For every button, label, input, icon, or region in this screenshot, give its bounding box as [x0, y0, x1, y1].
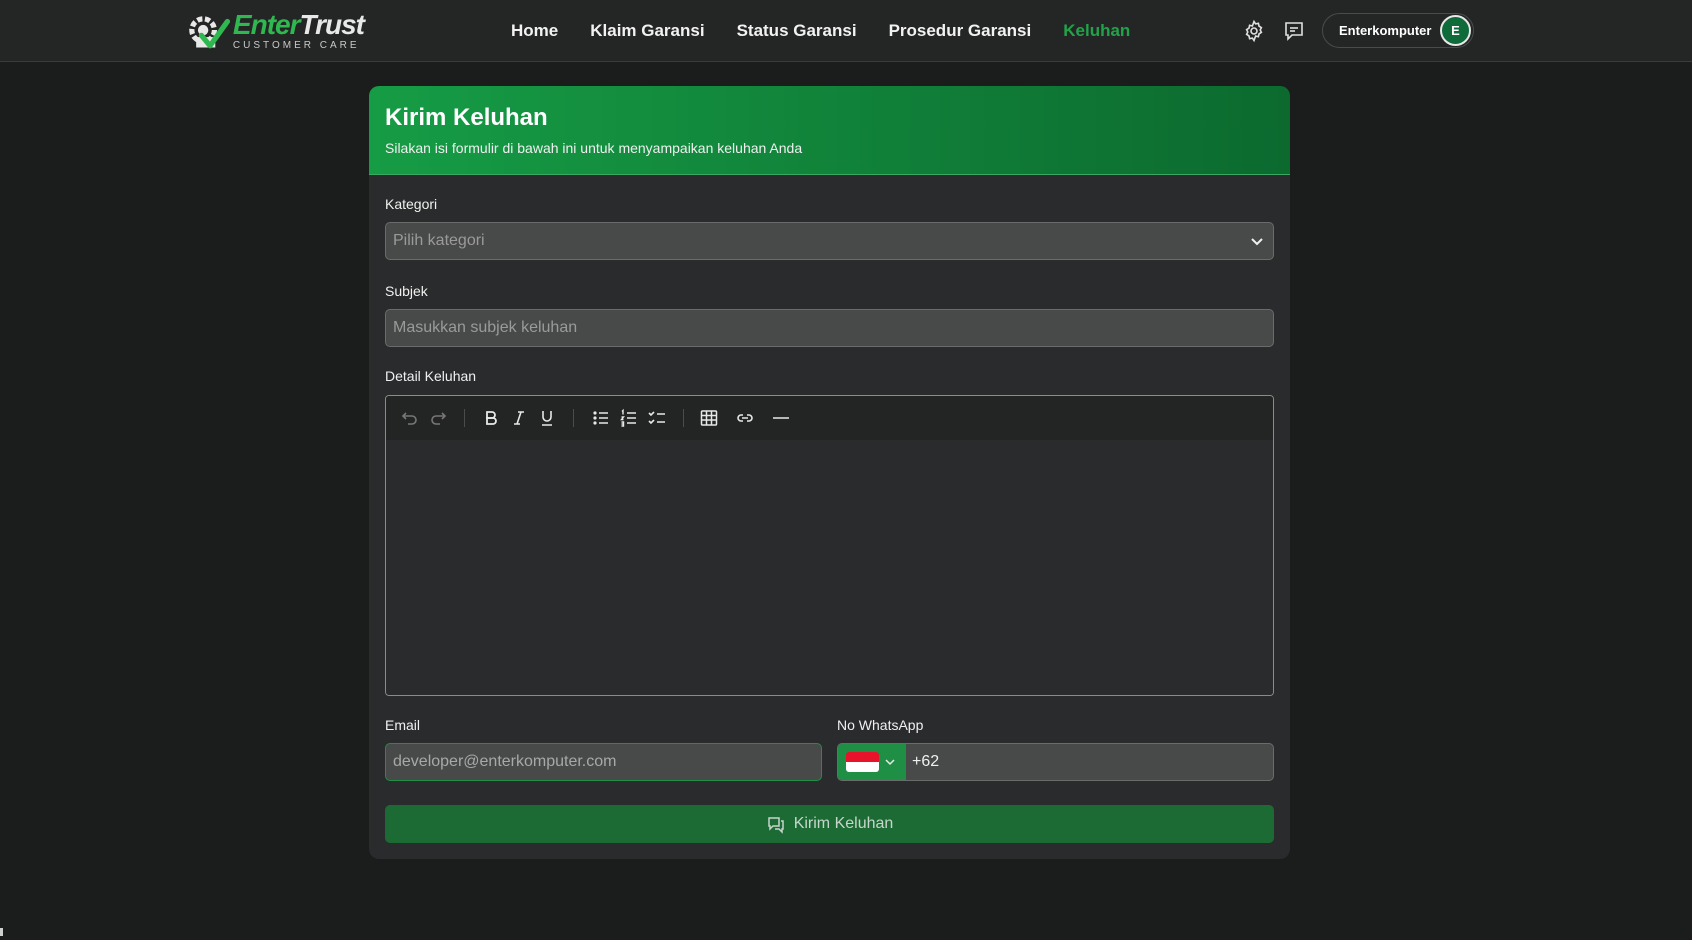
bold-icon[interactable]: [481, 408, 501, 428]
horizontal-rule-icon[interactable]: [771, 408, 791, 428]
top-navbar: EnterTrust CUSTOMER CARE Home Klaim Gara…: [0, 0, 1692, 62]
page-title: Kirim Keluhan: [385, 104, 548, 131]
subject-label: Subjek: [385, 283, 428, 299]
corner-mark: [0, 928, 3, 936]
email-label: Email: [385, 717, 421, 733]
submit-label: Kirim Keluhan: [793, 815, 894, 832]
redo-icon[interactable]: [428, 408, 448, 428]
nav-status-garansi[interactable]: Status Garansi: [737, 21, 857, 41]
country-code-select[interactable]: [838, 744, 906, 780]
whatsapp-input[interactable]: [912, 753, 1272, 771]
logo-gear-check-icon: [189, 16, 231, 49]
user-menu[interactable]: Enterkomputer E: [1322, 13, 1474, 48]
complaint-form-card: Kirim Keluhan Silakan isi formulir di ba…: [369, 86, 1290, 859]
toolbar-divider: [464, 409, 465, 427]
nav-home[interactable]: Home: [511, 21, 558, 41]
card-header: Kirim Keluhan Silakan isi formulir di ba…: [369, 86, 1290, 175]
brand-name-green: Enter: [232, 9, 301, 40]
brand-name-white: Trust: [299, 9, 365, 40]
user-name: Enterkomputer: [1339, 23, 1432, 38]
gear-icon[interactable]: [1242, 19, 1266, 43]
italic-icon[interactable]: [509, 408, 529, 428]
nav-keluhan[interactable]: Keluhan: [1063, 21, 1130, 41]
main-nav: Home Klaim Garansi Status Garansi Prosed…: [511, 0, 1130, 62]
undo-icon[interactable]: [400, 408, 420, 428]
brand-tagline: CUSTOMER CARE: [232, 40, 360, 51]
indonesia-flag-icon: [846, 752, 879, 772]
whatsapp-field: [837, 743, 1274, 781]
toolbar-divider: [573, 409, 574, 427]
nav-prosedur-garansi[interactable]: Prosedur Garansi: [889, 21, 1032, 41]
nav-klaim-garansi[interactable]: Klaim Garansi: [590, 21, 704, 41]
email-field: [385, 743, 822, 781]
editor-content-area[interactable]: [386, 440, 1273, 695]
detail-label: Detail Keluhan: [385, 368, 477, 384]
checklist-icon[interactable]: [647, 408, 667, 428]
numbered-list-icon[interactable]: [619, 408, 639, 428]
toolbar-divider: [683, 409, 684, 427]
link-icon[interactable]: [735, 408, 755, 428]
subject-input[interactable]: [393, 319, 1273, 337]
subject-field: [385, 309, 1274, 347]
underline-icon[interactable]: [537, 408, 557, 428]
avatar: E: [1440, 15, 1471, 46]
bullet-list-icon[interactable]: [591, 408, 611, 428]
category-select[interactable]: Pilih kategori: [385, 222, 1274, 260]
chat-icon: [767, 817, 784, 834]
chat-icon[interactable]: [1282, 19, 1306, 43]
rich-text-editor: [385, 395, 1274, 696]
submit-complaint-button[interactable]: Kirim Keluhan: [385, 805, 1274, 843]
email-input[interactable]: [393, 753, 821, 771]
table-icon[interactable]: [699, 408, 719, 428]
whatsapp-label: No WhatsApp: [837, 717, 924, 733]
brand-logo[interactable]: EnterTrust CUSTOMER CARE: [184, 8, 365, 54]
page-subtitle: Silakan isi formulir di bawah ini untuk …: [385, 140, 803, 156]
category-placeholder: Pilih kategori: [393, 232, 485, 249]
editor-toolbar: [386, 396, 1273, 440]
chevron-down-icon: [1251, 238, 1263, 246]
category-label: Kategori: [385, 196, 438, 212]
chevron-down-icon: [885, 759, 895, 766]
